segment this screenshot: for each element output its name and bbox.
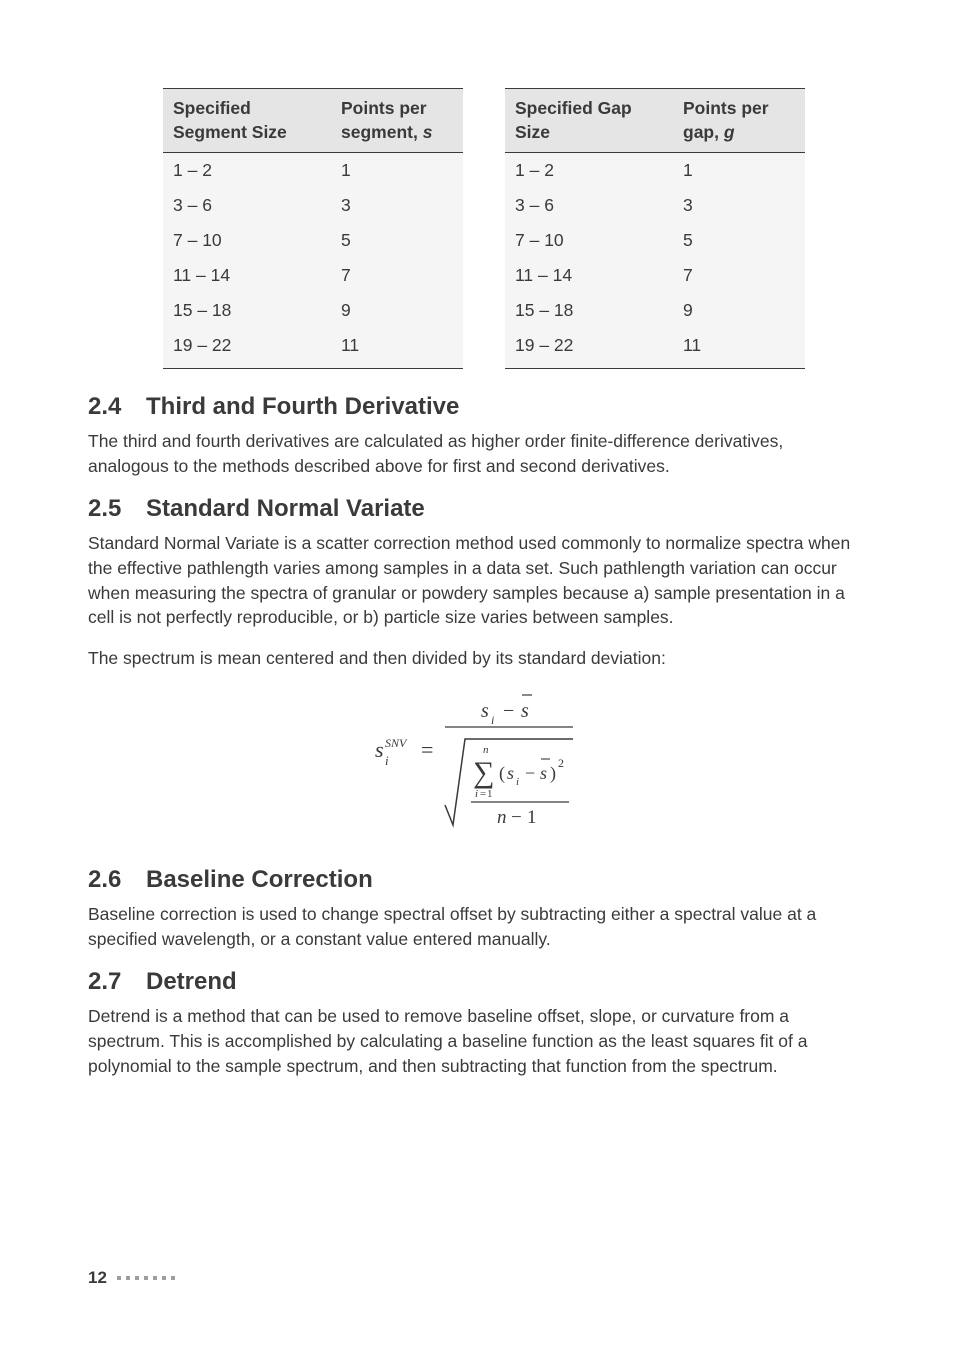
- svg-text:(: (: [499, 763, 505, 784]
- section-2-6-body: Baseline correction is used to change sp…: [88, 902, 866, 952]
- table-row: 15 – 189: [163, 293, 463, 328]
- tables-container: Specified Segment Size Points per segmen…: [163, 88, 866, 369]
- gap-size-table: Specified Gap Size Points per gap, g 1 –…: [505, 88, 805, 369]
- svg-text:s: s: [521, 700, 529, 722]
- section-2-5-heading: 2.5Standard Normal Variate: [88, 495, 866, 523]
- table-row: 7 – 105: [505, 223, 805, 258]
- table-row: 7 – 105: [163, 223, 463, 258]
- svg-text:): ): [550, 763, 556, 784]
- table-row: 11 – 147: [163, 258, 463, 293]
- section-2-7-heading: 2.7Detrend: [88, 968, 866, 996]
- svg-text:1: 1: [487, 788, 493, 800]
- svg-text:2: 2: [558, 756, 564, 770]
- section-2-5-body-1: Standard Normal Variate is a scatter cor…: [88, 531, 866, 630]
- col-header-points-per-gap: Points per gap, g: [673, 89, 805, 153]
- svg-text:s: s: [540, 763, 547, 783]
- section-2-6-heading: 2.6Baseline Correction: [88, 866, 866, 894]
- table-row: 3 – 63: [505, 188, 805, 223]
- table-row: 15 – 189: [505, 293, 805, 328]
- col-header-segment-size: Specified Segment Size: [163, 89, 331, 153]
- svg-text:−: −: [525, 763, 535, 783]
- table-header-row: Specified Gap Size Points per gap, g: [505, 89, 805, 153]
- svg-text:i: i: [491, 713, 494, 727]
- svg-text:n: n: [483, 744, 489, 756]
- footer-dots-icon: [117, 1276, 175, 1280]
- svg-text:i: i: [516, 776, 519, 788]
- snv-equation: s i SNV = s i − s ∑ n i =: [88, 687, 866, 842]
- section-2-7-body: Detrend is a method that can be used to …: [88, 1004, 866, 1079]
- table-row: 1 – 21: [163, 153, 463, 189]
- section-2-5-body-2: The spectrum is mean centered and then d…: [88, 646, 866, 671]
- section-2-4-body: The third and fourth derivatives are cal…: [88, 429, 866, 479]
- col-header-gap-size: Specified Gap Size: [505, 89, 673, 153]
- table-row: 1 – 21: [505, 153, 805, 189]
- page-footer: 12: [88, 1268, 175, 1288]
- table-row: 19 – 2211: [505, 328, 805, 369]
- svg-text:i: i: [385, 753, 389, 768]
- svg-text:s: s: [481, 700, 489, 722]
- svg-text:−: −: [511, 807, 522, 828]
- svg-text:−: −: [503, 700, 514, 722]
- section-2-4-heading: 2.4Third and Fourth Derivative: [88, 393, 866, 421]
- segment-size-table: Specified Segment Size Points per segmen…: [163, 88, 463, 369]
- table-header-row: Specified Segment Size Points per segmen…: [163, 89, 463, 153]
- svg-text:n: n: [497, 807, 507, 828]
- svg-text:s: s: [375, 737, 384, 762]
- svg-text:=: =: [421, 737, 433, 762]
- svg-text:i: i: [475, 788, 478, 800]
- svg-text:=: =: [480, 788, 486, 800]
- svg-text:∑: ∑: [473, 756, 494, 789]
- table-row: 11 – 147: [505, 258, 805, 293]
- table-row: 19 – 2211: [163, 328, 463, 369]
- svg-text:1: 1: [527, 807, 537, 828]
- col-header-points-per-segment: Points per segment, s: [331, 89, 463, 153]
- table-row: 3 – 63: [163, 188, 463, 223]
- svg-text:s: s: [507, 763, 514, 783]
- svg-text:SNV: SNV: [385, 736, 408, 750]
- page-number: 12: [88, 1268, 107, 1288]
